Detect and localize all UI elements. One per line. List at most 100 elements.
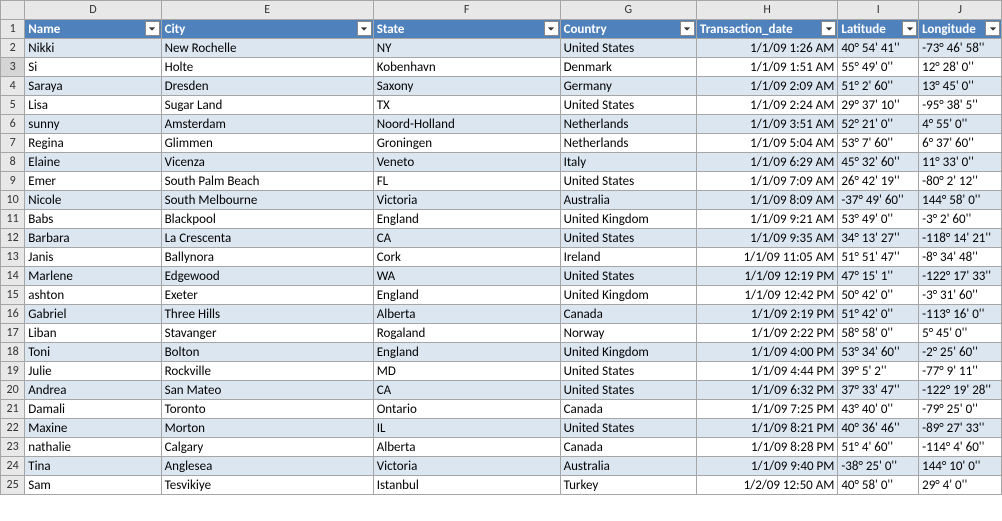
cell-country[interactable]: United States <box>560 229 696 248</box>
cell-city[interactable]: Morton <box>161 419 373 438</box>
table-row[interactable]: 20AndreaSan MateoCAUnited States1/1/09 6… <box>1 381 1002 400</box>
table-row[interactable]: 8ElaineVicenzaVenetoItaly1/1/09 6:29 AM4… <box>1 153 1002 172</box>
row-header-16[interactable]: 16 <box>1 305 25 324</box>
row-header-18[interactable]: 18 <box>1 343 25 362</box>
cell-name[interactable]: Janis <box>25 248 161 267</box>
cell-transaction_date[interactable]: 1/1/09 6:29 AM <box>696 153 837 172</box>
cell-latitude[interactable]: 58° 58' 0'' <box>838 324 919 343</box>
row-header-12[interactable]: 12 <box>1 229 25 248</box>
table-row[interactable]: 7ReginaGlimmenGroningenNetherlands1/1/09… <box>1 134 1002 153</box>
cell-longitude[interactable]: -80° 2' 12'' <box>919 172 1002 191</box>
cell-latitude[interactable]: 51° 4' 60'' <box>838 438 919 457</box>
cell-transaction_date[interactable]: 1/2/09 12:50 AM <box>696 476 837 495</box>
cell-country[interactable]: Denmark <box>560 58 696 77</box>
cell-country[interactable]: Germany <box>560 77 696 96</box>
cell-city[interactable]: Sugar Land <box>161 96 373 115</box>
row-header-5[interactable]: 5 <box>1 96 25 115</box>
table-row[interactable]: 25SamTesvikiyeIstanbulTurkey1/2/09 12:50… <box>1 476 1002 495</box>
cell-name[interactable]: Elaine <box>25 153 161 172</box>
cell-country[interactable]: Italy <box>560 153 696 172</box>
cell-city[interactable]: Amsterdam <box>161 115 373 134</box>
cell-country[interactable]: Netherlands <box>560 115 696 134</box>
cell-country[interactable]: United States <box>560 381 696 400</box>
cell-country[interactable]: Canada <box>560 438 696 457</box>
cell-longitude[interactable]: 5° 45' 0'' <box>919 324 1002 343</box>
cell-longitude[interactable]: -122° 17' 33'' <box>919 267 1002 286</box>
filter-dropdown-icon[interactable] <box>145 21 160 36</box>
row-header-19[interactable]: 19 <box>1 362 25 381</box>
cell-longitude[interactable]: -77° 9' 11'' <box>919 362 1002 381</box>
cell-country[interactable]: Turkey <box>560 476 696 495</box>
row-header-2[interactable]: 2 <box>1 39 25 58</box>
cell-transaction_date[interactable]: 1/1/09 11:05 AM <box>696 248 837 267</box>
cell-name[interactable]: Babs <box>25 210 161 229</box>
cell-state[interactable]: Ontario <box>373 400 560 419</box>
row-header-22[interactable]: 22 <box>1 419 25 438</box>
cell-city[interactable]: South Melbourne <box>161 191 373 210</box>
spreadsheet-grid[interactable]: DEFGHIJ1NameCityStateCountryTransaction_… <box>0 0 1002 495</box>
cell-name[interactable]: nathalie <box>25 438 161 457</box>
cell-latitude[interactable]: 40° 54' 41'' <box>838 39 919 58</box>
cell-city[interactable]: La Crescenta <box>161 229 373 248</box>
cell-name[interactable]: Marlene <box>25 267 161 286</box>
cell-transaction_date[interactable]: 1/1/09 1:51 AM <box>696 58 837 77</box>
cell-state[interactable]: Veneto <box>373 153 560 172</box>
cell-city[interactable]: Glimmen <box>161 134 373 153</box>
table-row[interactable]: 14MarleneEdgewoodWAUnited States1/1/09 1… <box>1 267 1002 286</box>
cell-name[interactable]: Sam <box>25 476 161 495</box>
cell-country[interactable]: Norway <box>560 324 696 343</box>
cell-latitude[interactable]: -37° 49' 60'' <box>838 191 919 210</box>
cell-country[interactable]: United States <box>560 362 696 381</box>
cell-latitude[interactable]: 53° 34' 60'' <box>838 343 919 362</box>
cell-name[interactable]: Lisa <box>25 96 161 115</box>
table-row[interactable]: 15ashtonExeterEnglandUnited Kingdom1/1/0… <box>1 286 1002 305</box>
table-header-latitude[interactable]: Latitude <box>838 20 919 39</box>
cell-city[interactable]: Dresden <box>161 77 373 96</box>
filter-dropdown-icon[interactable] <box>985 21 1000 36</box>
table-row[interactable]: 17LibanStavangerRogalandNorway1/1/09 2:2… <box>1 324 1002 343</box>
cell-country[interactable]: United States <box>560 267 696 286</box>
select-all-corner[interactable] <box>1 1 25 20</box>
cell-latitude[interactable]: 26° 42' 19'' <box>838 172 919 191</box>
cell-latitude[interactable]: 29° 37' 10'' <box>838 96 919 115</box>
row-header-15[interactable]: 15 <box>1 286 25 305</box>
cell-city[interactable]: Rockville <box>161 362 373 381</box>
table-header-longitude[interactable]: Longitude <box>919 20 1002 39</box>
cell-state[interactable]: Victoria <box>373 457 560 476</box>
cell-name[interactable]: Damali <box>25 400 161 419</box>
row-header-17[interactable]: 17 <box>1 324 25 343</box>
row-header-9[interactable]: 9 <box>1 172 25 191</box>
cell-city[interactable]: Anglesea <box>161 457 373 476</box>
cell-transaction_date[interactable]: 1/1/09 8:09 AM <box>696 191 837 210</box>
cell-name[interactable]: Emer <box>25 172 161 191</box>
cell-latitude[interactable]: 50° 42' 0'' <box>838 286 919 305</box>
cell-longitude[interactable]: 11° 33' 0'' <box>919 153 1002 172</box>
cell-name[interactable]: Tina <box>25 457 161 476</box>
cell-latitude[interactable]: 51° 51' 47'' <box>838 248 919 267</box>
cell-country[interactable]: Ireland <box>560 248 696 267</box>
cell-name[interactable]: ashton <box>25 286 161 305</box>
cell-name[interactable]: sunny <box>25 115 161 134</box>
cell-city[interactable]: Three Hills <box>161 305 373 324</box>
row-header-21[interactable]: 21 <box>1 400 25 419</box>
table-header-city[interactable]: City <box>161 20 373 39</box>
cell-latitude[interactable]: 52° 21' 0'' <box>838 115 919 134</box>
cell-name[interactable]: Andrea <box>25 381 161 400</box>
cell-state[interactable]: England <box>373 210 560 229</box>
table-row[interactable]: 24TinaAngleseaVictoriaAustralia1/1/09 9:… <box>1 457 1002 476</box>
cell-name[interactable]: Barbara <box>25 229 161 248</box>
cell-state[interactable]: MD <box>373 362 560 381</box>
table-row[interactable]: 18ToniBoltonEnglandUnited Kingdom1/1/09 … <box>1 343 1002 362</box>
column-header-E[interactable]: E <box>161 1 373 20</box>
cell-transaction_date[interactable]: 1/1/09 6:32 PM <box>696 381 837 400</box>
cell-country[interactable]: United States <box>560 96 696 115</box>
cell-transaction_date[interactable]: 1/1/09 8:21 PM <box>696 419 837 438</box>
cell-longitude[interactable]: 144° 58' 0'' <box>919 191 1002 210</box>
cell-state[interactable]: Kobenhavn <box>373 58 560 77</box>
cell-state[interactable]: England <box>373 286 560 305</box>
cell-city[interactable]: South Palm Beach <box>161 172 373 191</box>
cell-transaction_date[interactable]: 1/1/09 9:21 AM <box>696 210 837 229</box>
cell-transaction_date[interactable]: 1/1/09 12:19 PM <box>696 267 837 286</box>
cell-name[interactable]: Nicole <box>25 191 161 210</box>
cell-latitude[interactable]: 51° 2' 60'' <box>838 77 919 96</box>
